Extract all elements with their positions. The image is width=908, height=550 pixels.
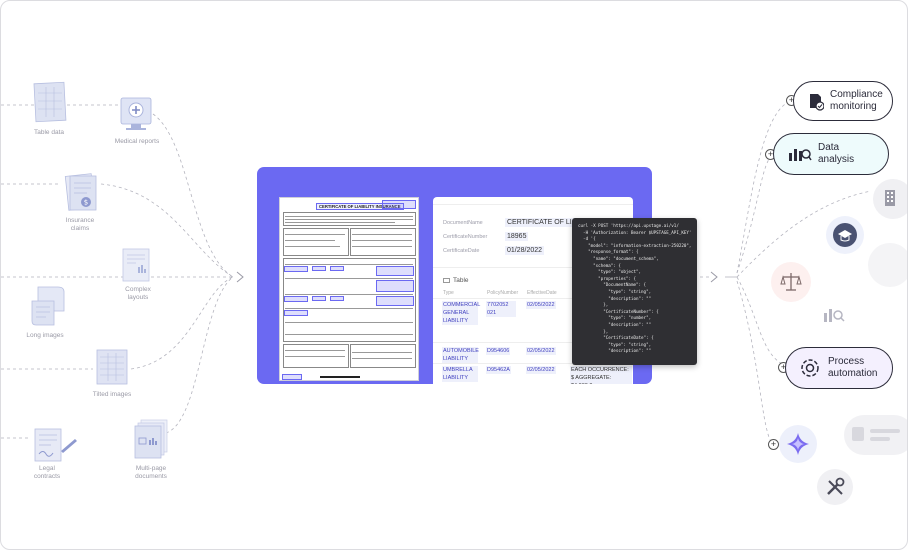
legal-contract-icon bbox=[31, 427, 79, 465]
table-cell: AUTOMOBILE LIABILITY bbox=[442, 347, 479, 363]
table-cell: EACH OCCURRENCE: $ AGGREGATE: $4,000,0 bbox=[570, 366, 632, 384]
api-code-snippet: curl -X POST 'https://api.upstage.ai/v1/… bbox=[572, 218, 697, 365]
table-cell: COMMERCIAL GENERAL LIABILITY bbox=[442, 301, 481, 325]
output-data-analysis[interactable]: Data analysis bbox=[773, 133, 889, 175]
tilted-image-icon bbox=[93, 347, 131, 387]
certificate-document: CERTIFICATE OF LIABILITY INSURANCE bbox=[279, 197, 419, 381]
partial-circle-icon bbox=[868, 243, 907, 287]
field-key: CertificateNumber bbox=[443, 234, 488, 240]
input-label-tilted-images: Tilted images bbox=[92, 391, 132, 398]
table-cell: 7702052 021 bbox=[486, 301, 516, 317]
input-label-complex-layouts: Complex layouts bbox=[125, 286, 151, 301]
table-cell: D95462A bbox=[486, 366, 511, 374]
table-data-icon bbox=[32, 81, 68, 125]
card-placeholder-icon bbox=[844, 415, 907, 455]
diagram-frame: Table data Medical reports $ Insurance c… bbox=[0, 0, 908, 550]
table-header: Type bbox=[443, 290, 454, 296]
table-icon bbox=[443, 277, 450, 283]
insurance-claims-icon: $ bbox=[61, 171, 101, 213]
compliance-icon bbox=[808, 93, 825, 111]
table-section-title: Table bbox=[443, 277, 469, 284]
sparkle-icon bbox=[779, 425, 817, 463]
field-value: 18965 bbox=[505, 232, 529, 241]
table-cell: D954606 bbox=[486, 347, 511, 355]
add-icon[interactable]: + bbox=[768, 439, 779, 450]
output-label: Process automation bbox=[828, 356, 878, 379]
input-label-long-images: Long images bbox=[26, 332, 64, 339]
table-header: PolicyNumber bbox=[487, 290, 519, 296]
process-automation-icon bbox=[800, 358, 820, 378]
output-process-automation[interactable]: Process automation bbox=[785, 347, 893, 389]
output-compliance-monitoring[interactable]: Compliance monitoring bbox=[793, 81, 893, 121]
output-label: Data analysis bbox=[818, 142, 855, 165]
data-analysis-icon bbox=[788, 146, 812, 162]
field-key: DocumentName bbox=[443, 220, 483, 226]
complex-layout-icon bbox=[121, 247, 153, 283]
table-header: EffectiveDate bbox=[527, 290, 557, 296]
input-label-multipage-documents: Multi-page documents bbox=[135, 465, 167, 480]
input-label-insurance-claims: Insurance claims bbox=[65, 217, 95, 232]
long-image-icon bbox=[28, 283, 68, 329]
table-cell: 02/05/2022 bbox=[526, 347, 556, 355]
input-label-medical-reports: Medical reports bbox=[114, 138, 160, 145]
input-label-legal-contracts: Legal contracts bbox=[33, 465, 61, 480]
input-label-table-data: Table data bbox=[34, 129, 64, 136]
output-label: Compliance monitoring bbox=[830, 89, 883, 112]
graduation-cap-icon bbox=[826, 216, 864, 254]
field-key: CertificateDate bbox=[443, 248, 480, 254]
medical-report-icon bbox=[119, 96, 153, 132]
table-cell: UMBRELLA LIABILITY bbox=[442, 366, 478, 382]
svg-text:$: $ bbox=[84, 199, 88, 207]
multipage-document-icon bbox=[131, 418, 171, 460]
tools-icon bbox=[817, 469, 853, 505]
scale-icon bbox=[771, 262, 811, 302]
chart-search-icon bbox=[823, 305, 849, 325]
building-icon bbox=[873, 179, 907, 219]
table-cell: 02/05/2022 bbox=[526, 301, 556, 309]
table-cell: 02/05/2022 bbox=[526, 366, 556, 374]
field-value: 01/28/2022 bbox=[505, 246, 545, 255]
